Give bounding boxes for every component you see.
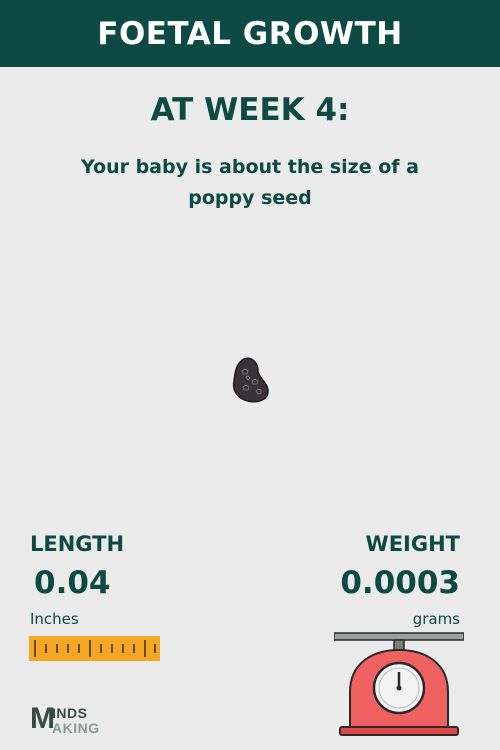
poppy-seed-icon <box>232 357 269 403</box>
weighing-scale-icon <box>334 632 464 736</box>
header-banner: FOETAL GROWTH <box>0 0 500 67</box>
weight-value: 0.0003 <box>340 565 460 601</box>
weight-unit: grams <box>412 610 460 628</box>
ruler-icon <box>29 636 160 661</box>
minds-making-logo: M INDS AKING <box>30 702 120 736</box>
logo-text-bottom: AKING <box>52 720 100 736</box>
size-comparison-text: Your baby is about the size of a poppy s… <box>81 156 419 209</box>
weight-label: WEIGHT <box>365 532 460 556</box>
week-title: AT WEEK 4: <box>150 92 350 128</box>
length-label: LENGTH <box>30 532 125 556</box>
length-value: 0.04 <box>34 565 111 601</box>
page-title: FOETAL GROWTH <box>97 15 403 52</box>
logo-text-top: INDS <box>52 705 88 721</box>
length-unit: Inches <box>30 610 79 628</box>
